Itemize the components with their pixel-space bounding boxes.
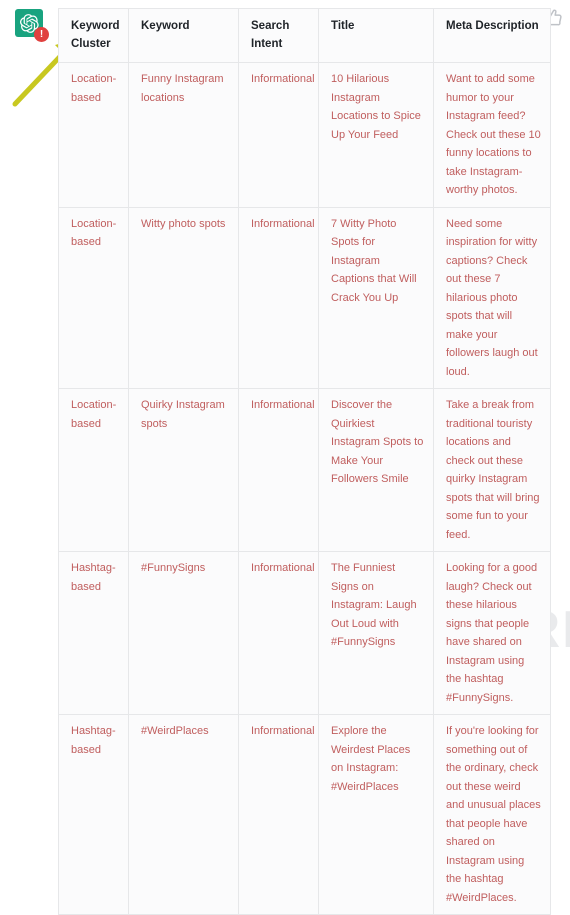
- cell-keyword: #WeirdPlaces: [128, 714, 239, 915]
- column-header-search-intent: Search Intent: [238, 8, 319, 63]
- table-row: Location-based Witty photo spots Informa…: [58, 207, 551, 389]
- cell-keyword-cluster: Hashtag-based: [58, 714, 129, 915]
- cell-search-intent: Informational: [238, 388, 319, 552]
- cell-meta-description: If you're looking for something out of t…: [433, 714, 551, 915]
- cell-title: Discover the Quirkiest Instagram Spots t…: [318, 388, 434, 552]
- cell-meta-description: Take a break from traditional touristy l…: [433, 388, 551, 552]
- cell-search-intent: Informational: [238, 551, 319, 715]
- keyword-cluster-table: Keyword Cluster Keyword Search Intent Ti…: [58, 8, 551, 915]
- cell-keyword: Witty photo spots: [128, 207, 239, 389]
- cell-keyword-cluster: Location-based: [58, 388, 129, 552]
- cell-keyword-cluster: Hashtag-based: [58, 551, 129, 715]
- assistant-avatar-block: !: [15, 9, 49, 43]
- table-row: Hashtag-based #FunnySigns Informational …: [58, 551, 551, 715]
- cell-search-intent: Informational: [238, 62, 319, 208]
- cell-meta-description: Looking for a good laugh? Check out thes…: [433, 551, 551, 715]
- table-row: Location-based Quirky Instagram spots In…: [58, 388, 551, 552]
- column-header-meta-description: Meta Description: [433, 8, 551, 63]
- cell-keyword: Funny Instagram locations: [128, 62, 239, 208]
- column-header-keyword: Keyword: [128, 8, 239, 63]
- cell-title: 7 Witty Photo Spots for Instagram Captio…: [318, 207, 434, 389]
- cell-keyword-cluster: Location-based: [58, 207, 129, 389]
- table-row: Location-based Funny Instagram locations…: [58, 62, 551, 208]
- error-badge-icon: !: [34, 27, 49, 42]
- cell-meta-description: Want to add some humor to your Instagram…: [433, 62, 551, 208]
- cell-keyword-cluster: Location-based: [58, 62, 129, 208]
- cell-meta-description: Need some inspiration for witty captions…: [433, 207, 551, 389]
- cell-title: Explore the Weirdest Places on Instagram…: [318, 714, 434, 915]
- column-header-title: Title: [318, 8, 434, 63]
- column-header-keyword-cluster: Keyword Cluster: [58, 8, 129, 63]
- cell-search-intent: Informational: [238, 714, 319, 915]
- cell-title: 10 Hilarious Instagram Locations to Spic…: [318, 62, 434, 208]
- table-container: Keyword Cluster Keyword Search Intent Ti…: [58, 8, 551, 915]
- cell-search-intent: Informational: [238, 207, 319, 389]
- cell-keyword: Quirky Instagram spots: [128, 388, 239, 552]
- table-header-row: Keyword Cluster Keyword Search Intent Ti…: [58, 8, 551, 63]
- table-row: Hashtag-based #WeirdPlaces Informational…: [58, 714, 551, 915]
- cell-title: The Funniest Signs on Instagram: Laugh O…: [318, 551, 434, 715]
- cell-keyword: #FunnySigns: [128, 551, 239, 715]
